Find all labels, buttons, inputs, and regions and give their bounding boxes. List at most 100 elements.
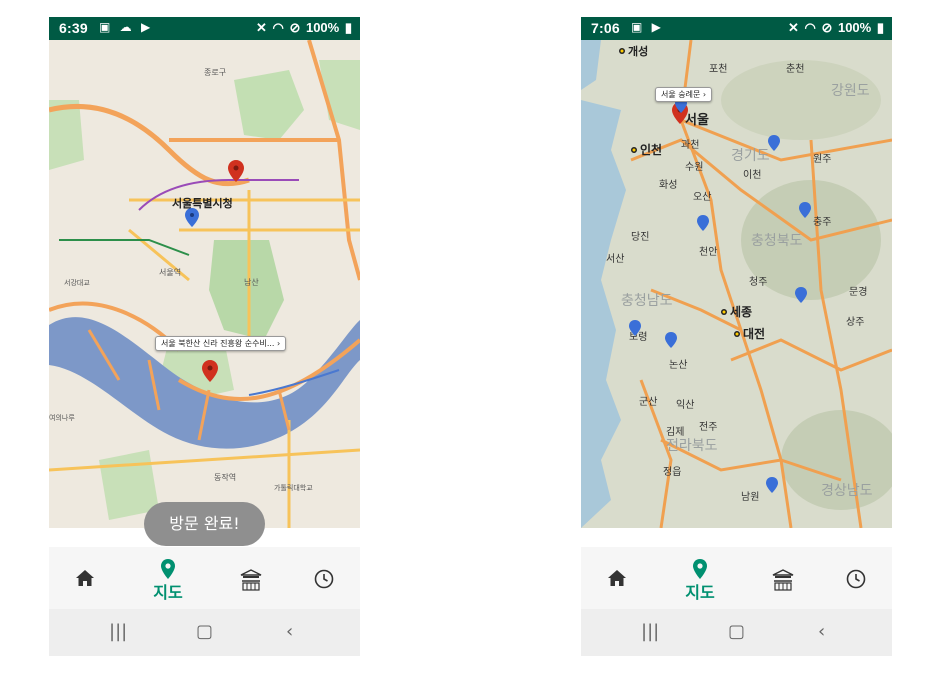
wifi-icon: ◠ (804, 20, 816, 35)
city-label-sangju: 상주 (846, 316, 864, 328)
city-label-nonsan: 논산 (669, 359, 687, 371)
home-icon (76, 570, 94, 586)
city-label-gaeseong: 개성 (628, 44, 648, 58)
phone-screen-left: 6:39 ▣ ☁ ▶ ✕ ◠ ⊘ 100% ▮ 서울특별시청 종로구 남산 서울… (49, 17, 360, 656)
nav-map[interactable]: 지도 (138, 547, 198, 609)
marker-callout[interactable]: 서울 북한산 신라 진흥왕 순수비... › (155, 336, 287, 351)
svg-text:종로구: 종로구 (204, 68, 226, 77)
back-icon[interactable]: ‹ (286, 621, 293, 642)
region-label-gangwon: 강원도 (831, 83, 870, 99)
city-label-gwacheon: 과천 (681, 139, 699, 151)
seoul-street-map: 서울특별시청 종로구 남산 서울역 동작역 여의나루 서강대교 가톨릭대학교 (49, 40, 360, 528)
palace-icon (240, 569, 262, 591)
region-label-chungnam: 충청남도 (621, 293, 673, 309)
city-label-pocheon: 포천 (709, 63, 727, 75)
city-label-osan: 오산 (693, 191, 711, 203)
city-label-cheonan: 천안 (699, 246, 717, 258)
region-label-gyeonggi: 경기도 (731, 148, 770, 164)
city-label-wonju: 원주 (813, 153, 831, 165)
map-pin-icon (693, 559, 707, 579)
dnd-icon: ⊘ (821, 20, 833, 35)
city-label-hwaseong: 화성 (659, 179, 677, 191)
city-label-suwon: 수원 (685, 161, 703, 173)
city-label-chungju: 충주 (813, 216, 831, 228)
system-status-icons: ✕ ◠ ⊘ 100% ▮ (254, 20, 352, 36)
nav-history[interactable] (826, 547, 886, 609)
city-label-chuncheon: 춘천 (786, 63, 804, 75)
svg-text:남산: 남산 (244, 277, 259, 287)
toast-message: 방문 완료! (144, 502, 265, 546)
city-label-cheongju: 청주 (749, 276, 767, 288)
palace-icon (772, 569, 794, 591)
city-label-iksan: 익산 (676, 399, 694, 411)
nav-home[interactable] (55, 547, 115, 609)
phone-screen-right: 7:06 ▣ ▶ ✕ ◠ ⊘ 100% ▮ 강원도 충청북도 충청남도 전라북도… (581, 17, 892, 656)
region-label-chungbuk: 충청북도 (751, 233, 803, 249)
system-navigation-bar: ||| ▢ ‹ (581, 609, 892, 656)
clock-icon (314, 569, 334, 589)
nav-home[interactable] (587, 547, 647, 609)
city-label-sejong: 세종 (730, 304, 752, 319)
map-view[interactable]: 서울특별시청 종로구 남산 서울역 동작역 여의나루 서강대교 가톨릭대학교 서… (49, 40, 360, 528)
dnd-icon: ⊘ (289, 20, 301, 35)
nav-map[interactable]: 지도 (670, 547, 730, 609)
bottom-nav: 지도 (581, 547, 892, 609)
wifi-icon: ◠ (272, 20, 284, 35)
callout-text: 서울 숭례문 (661, 90, 701, 99)
map-pin-icon (161, 559, 175, 579)
svg-text:동작역: 동작역 (214, 472, 236, 482)
system-status-icons: ✕ ◠ ⊘ 100% ▮ (786, 20, 884, 36)
svg-text:여의나루: 여의나루 (49, 413, 75, 422)
svg-text:서울역: 서울역 (159, 267, 181, 277)
nav-map-label: 지도 (153, 583, 183, 602)
city-label-icheon: 이천 (743, 169, 761, 181)
city-label-jeonju: 전주 (699, 421, 717, 433)
chevron-right-icon: › (702, 90, 707, 99)
map-label-cityhall: 서울특별시청 (172, 196, 233, 210)
chevron-right-icon: › (277, 339, 281, 348)
city-label-namwon: 남원 (741, 491, 759, 503)
recent-apps-icon[interactable]: ||| (641, 621, 659, 642)
home-button-icon[interactable]: ▢ (196, 621, 213, 642)
city-label-incheon: 인천 (640, 142, 662, 157)
system-navigation-bar: ||| ▢ ‹ (49, 609, 360, 656)
marker-callout[interactable]: 서울 숭례문 › (655, 87, 713, 102)
region-label-gyeongnam: 경상남도 (821, 483, 873, 499)
battery-percent: 100% (837, 20, 872, 35)
battery-percent: 100% (305, 20, 340, 35)
svg-text:가톨릭대학교: 가톨릭대학교 (274, 483, 313, 492)
status-time: 6:39 (59, 20, 88, 36)
city-label-dangjin: 당진 (631, 231, 649, 243)
nav-heritage[interactable] (221, 547, 281, 609)
battery-icon: ▮ (344, 20, 352, 35)
home-icon (608, 570, 626, 586)
recent-apps-icon[interactable]: ||| (109, 621, 127, 642)
status-bar: 7:06 ▣ ▶ ✕ ◠ ⊘ 100% ▮ (581, 17, 892, 40)
notification-icons: ▣ ▶ (631, 20, 664, 34)
notification-icons: ▣ ☁ ▶ (99, 20, 154, 34)
svg-text:서강대교: 서강대교 (64, 278, 90, 287)
region-label-jeonbuk: 전라북도 (666, 438, 718, 454)
nav-heritage[interactable] (753, 547, 813, 609)
korea-region-map: 강원도 충청북도 충청남도 전라북도 경상남도 경기도 개성 서울 인천 세종 … (581, 40, 892, 528)
status-bar: 6:39 ▣ ☁ ▶ ✕ ◠ ⊘ 100% ▮ (49, 17, 360, 40)
city-label-jeongeup: 정읍 (663, 466, 681, 478)
city-label-mungyeong: 문경 (849, 285, 867, 298)
battery-icon: ▮ (876, 20, 884, 35)
clock-icon (846, 569, 866, 589)
callout-text: 서울 북한산 신라 진흥왕 순수비... (161, 339, 275, 348)
map-view[interactable]: 강원도 충청북도 충청남도 전라북도 경상남도 경기도 개성 서울 인천 세종 … (581, 40, 892, 528)
nav-map-label: 지도 (685, 583, 715, 602)
city-label-seoul: 서울 (685, 112, 709, 128)
city-label-boryeong: 보령 (629, 331, 647, 343)
back-icon[interactable]: ‹ (818, 621, 825, 642)
status-time: 7:06 (591, 20, 620, 36)
city-label-seosan: 서산 (606, 253, 624, 265)
mute-icon: ✕ (787, 20, 799, 35)
city-label-gimje: 김제 (666, 426, 684, 438)
nav-history[interactable] (294, 547, 354, 609)
city-label-gunsan: 군산 (639, 396, 657, 408)
bottom-nav: 지도 (49, 547, 360, 609)
home-button-icon[interactable]: ▢ (728, 621, 745, 642)
mute-icon: ✕ (255, 20, 267, 35)
